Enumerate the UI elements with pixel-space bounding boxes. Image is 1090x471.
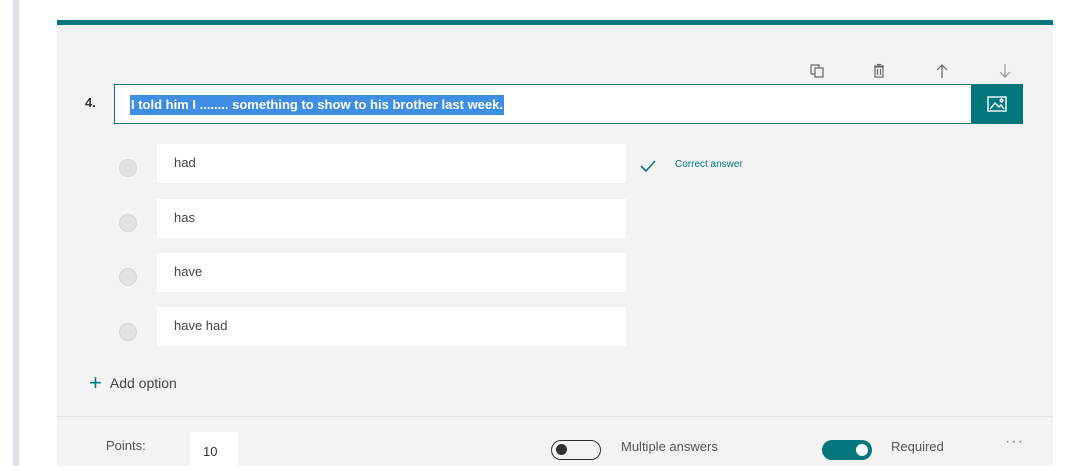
option-label: have had [174, 318, 228, 333]
image-icon [987, 96, 1007, 112]
question-card: 4. I told him I ........ something to sh… [57, 20, 1053, 471]
check-icon [640, 159, 656, 178]
required-toggle[interactable] [822, 440, 872, 460]
option-field-1[interactable]: had [157, 144, 626, 183]
move-down-icon[interactable] [995, 61, 1015, 81]
multiple-answers-toggle[interactable] [551, 440, 601, 460]
required-label: Required [891, 439, 944, 454]
option-radio-4[interactable] [119, 323, 137, 341]
question-number: 4. [85, 95, 96, 110]
insert-image-button[interactable] [971, 84, 1023, 124]
points-value: 10 [203, 444, 218, 459]
footer-divider [57, 416, 1053, 417]
option-field-2[interactable]: has [157, 199, 626, 238]
delete-icon[interactable] [869, 61, 889, 81]
toggle-knob [556, 444, 567, 455]
plus-icon: + [89, 370, 102, 395]
copy-icon[interactable] [807, 61, 827, 81]
correct-answer-label[interactable]: Correct answer [675, 159, 743, 170]
option-label: have [174, 264, 203, 279]
toggle-knob [856, 444, 868, 456]
question-text[interactable]: I told him I ........ something to show … [130, 95, 504, 115]
option-label: had [174, 155, 196, 170]
multiple-answers-label: Multiple answers [621, 439, 718, 454]
question-input[interactable]: I told him I ........ something to show … [114, 84, 1022, 124]
option-radio-2[interactable] [119, 214, 137, 232]
points-label: Points: [106, 438, 146, 453]
left-rail [13, 0, 19, 466]
move-up-icon[interactable] [932, 61, 952, 81]
option-field-3[interactable]: have [157, 253, 626, 292]
add-option-label: Add option [109, 375, 177, 391]
option-radio-1[interactable] [119, 159, 137, 177]
more-options-icon[interactable]: ··· [1005, 433, 1024, 451]
option-field-4[interactable]: have had [157, 307, 626, 346]
option-radio-3[interactable] [119, 268, 137, 286]
option-label: has [174, 210, 195, 225]
add-option-button[interactable]: + Add option [89, 370, 177, 395]
points-input[interactable]: 10 [190, 432, 238, 471]
